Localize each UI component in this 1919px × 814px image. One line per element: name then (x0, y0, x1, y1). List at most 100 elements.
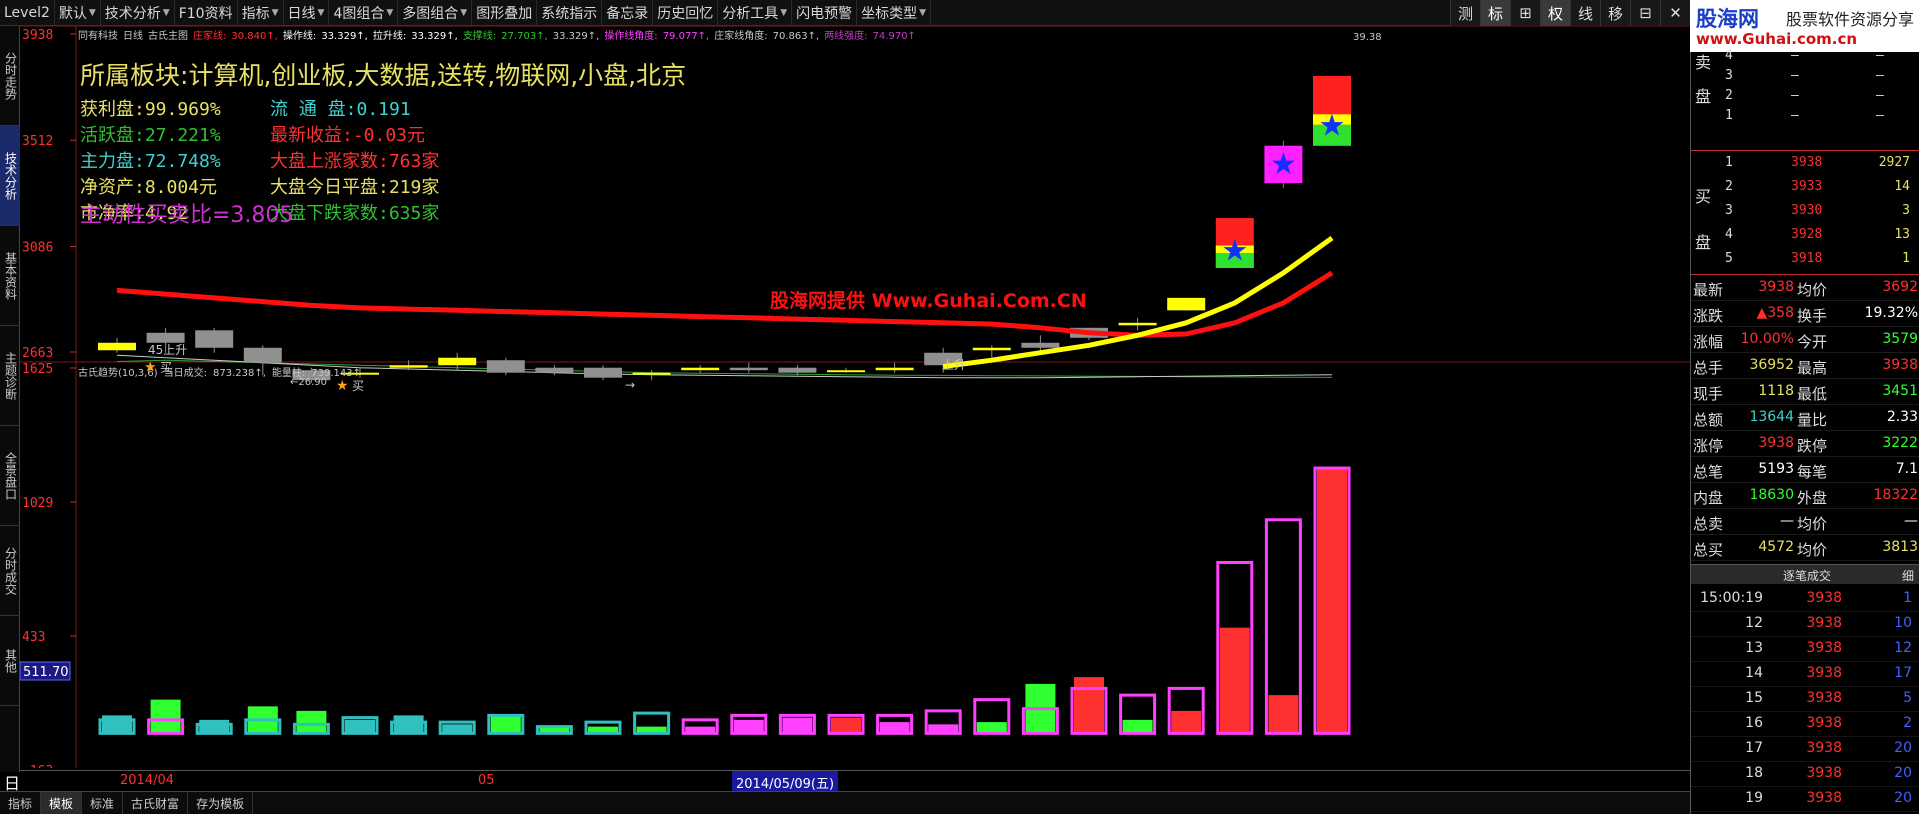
menu-item-label: 坐标类型 (861, 5, 918, 22)
left-tab[interactable]: 分时走势 (0, 26, 20, 126)
menu-item[interactable]: 4图组合 ▼ (329, 0, 399, 25)
candle-body (632, 372, 671, 375)
trades-detail-toggle[interactable]: 细 (1902, 567, 1914, 584)
quote-row: 涨幅 10.00% 今开 3579 (1691, 327, 1919, 353)
level-volume: — (1876, 88, 1884, 103)
tool-button[interactable]: ✕ (1660, 0, 1690, 26)
level-price: — (1791, 88, 1799, 103)
quote-key: 每笔 (1797, 463, 1828, 481)
volume-bar (1313, 466, 1351, 735)
quote-value: 4572 (1758, 539, 1794, 555)
dropdown-arrow-icon: ▼ (162, 7, 170, 18)
kline-chart[interactable]: 3938 3512 3086 26631625 1029 433 -163 511.70 同有科… (20, 26, 1690, 768)
signal-annotation: → (625, 378, 635, 392)
quote-value: 36952 (1749, 357, 1794, 373)
level-price: — (1791, 108, 1799, 123)
quote-value: 5193 (1758, 461, 1794, 477)
menu-item-label: 图形叠加 (476, 5, 533, 22)
sector-prefix: 所属板块: (80, 61, 188, 90)
volume-header-segment: 739.143↑ (311, 368, 361, 379)
menu-item[interactable]: 坐标类型 ▼ (857, 0, 932, 25)
volume-tick-label: -163 (22, 764, 53, 768)
left-tab[interactable]: 其他 (0, 616, 20, 706)
menu-item-label: 默认 (58, 5, 87, 22)
high-label: 39.38 (1353, 32, 1382, 43)
menu-item[interactable]: 技术分析 ▼ (101, 0, 175, 25)
volume-header-segment: 古氏趋势(10,3,6) (78, 366, 158, 379)
level-number: 4 (1725, 48, 1733, 63)
left-tab[interactable]: 主题诊断 (0, 326, 20, 426)
volume-bar-fill (976, 722, 1007, 734)
bottom-tab[interactable]: 古氏财富 (123, 792, 189, 814)
dropdown-arrow-icon: ▼ (919, 7, 927, 18)
menu-item[interactable]: 指标 ▼ (238, 0, 284, 25)
menu-item[interactable]: F10资料 (175, 0, 238, 25)
quote-key: 均价 (1797, 281, 1828, 299)
level-volume: — (1876, 108, 1884, 123)
bottom-tab[interactable]: 存为模板 (188, 792, 254, 814)
price-tick-label: 3086 (22, 240, 53, 255)
header-segment: 拉升线: (373, 29, 406, 42)
quote-value: 10.00% (1740, 331, 1794, 347)
menu-item[interactable]: 多图组合 ▼ (398, 0, 473, 25)
menu-item[interactable]: 备忘录 (602, 0, 654, 25)
header-segment: 79.077↑, (663, 31, 710, 42)
quote-key: 总买 (1693, 541, 1724, 559)
left-tab[interactable]: 基本资料 (0, 226, 20, 326)
quote-row: 总买 4572 均价 3813 (1691, 535, 1919, 561)
header-segment: 33.329↑, (411, 31, 458, 42)
menu-item[interactable]: Level2 (0, 0, 55, 25)
info-stat: 大盘今日平盘:219家 (270, 177, 439, 198)
menu-item[interactable]: 历史回忆 (653, 0, 719, 25)
level-number: 2 (1725, 179, 1733, 194)
left-tab[interactable]: 分时成交 (0, 526, 20, 616)
star-icon: ★ (1221, 233, 1248, 268)
menu-item[interactable]: 图形叠加 (472, 0, 538, 25)
quote-key: 换手 (1797, 307, 1828, 325)
tool-button[interactable]: 线 (1570, 0, 1600, 26)
quote-value: 13644 (1749, 409, 1794, 425)
dropdown-arrow-icon: ▼ (88, 7, 96, 18)
menu-item-label: Level2 (4, 4, 50, 21)
trade-row: 14 3938 17 (1691, 662, 1919, 687)
tool-button[interactable]: 移 (1600, 0, 1630, 26)
level-price: — (1791, 68, 1799, 83)
candle-body (778, 367, 817, 373)
quote-key: 均价 (1797, 541, 1828, 559)
trades-header[interactable]: 逐笔成交 细 (1691, 564, 1919, 584)
trade-volume: 1 (1903, 590, 1912, 606)
tool-button[interactable]: ⊞ (1510, 0, 1540, 26)
quote-key: 最新 (1693, 281, 1724, 299)
left-tab[interactable]: 技术分析 (0, 126, 20, 226)
volume-bar-fill (150, 699, 181, 734)
trade-row: 15 3938 5 (1691, 687, 1919, 712)
bottom-tab[interactable]: 标准 (82, 792, 124, 814)
trade-price: 3938 (1806, 690, 1842, 706)
candle-body (1167, 297, 1206, 311)
info-stat: 主力盘:72.748% (80, 151, 221, 172)
volume-bar (1167, 686, 1205, 735)
candle-body (195, 330, 234, 348)
bottom-tab[interactable]: 模板 (41, 792, 83, 814)
level-number: 1 (1725, 155, 1733, 170)
tool-button[interactable]: 权 (1540, 0, 1570, 26)
candle-body (875, 367, 914, 371)
menu-item[interactable]: 闪电预警 (792, 0, 858, 25)
header-segment: 庄家线: (193, 29, 226, 42)
menu-item[interactable]: 日线 ▼ (284, 0, 330, 25)
trade-volume: 20 (1894, 740, 1912, 756)
volume-bar (1021, 683, 1059, 735)
tool-button[interactable]: 测 (1450, 0, 1480, 26)
trade-row: 15:00:19 3938 1 (1691, 587, 1919, 612)
left-tab[interactable]: 全景盘口 (0, 426, 20, 526)
header-segment: 74.970↑ (873, 31, 916, 42)
header-segment: 30.840↑, (231, 31, 278, 42)
menu-item[interactable]: 系统指示 (537, 0, 603, 25)
tool-button[interactable]: 标 (1480, 0, 1510, 26)
candle-body (146, 332, 185, 343)
menu-item[interactable]: 分析工具 ▼ (718, 0, 793, 25)
tool-button[interactable]: ⊟ (1630, 0, 1660, 26)
bottom-tab[interactable]: 指标 (0, 792, 42, 814)
menu-item[interactable]: 默认 ▼ (55, 0, 101, 25)
candle-body (535, 367, 574, 373)
